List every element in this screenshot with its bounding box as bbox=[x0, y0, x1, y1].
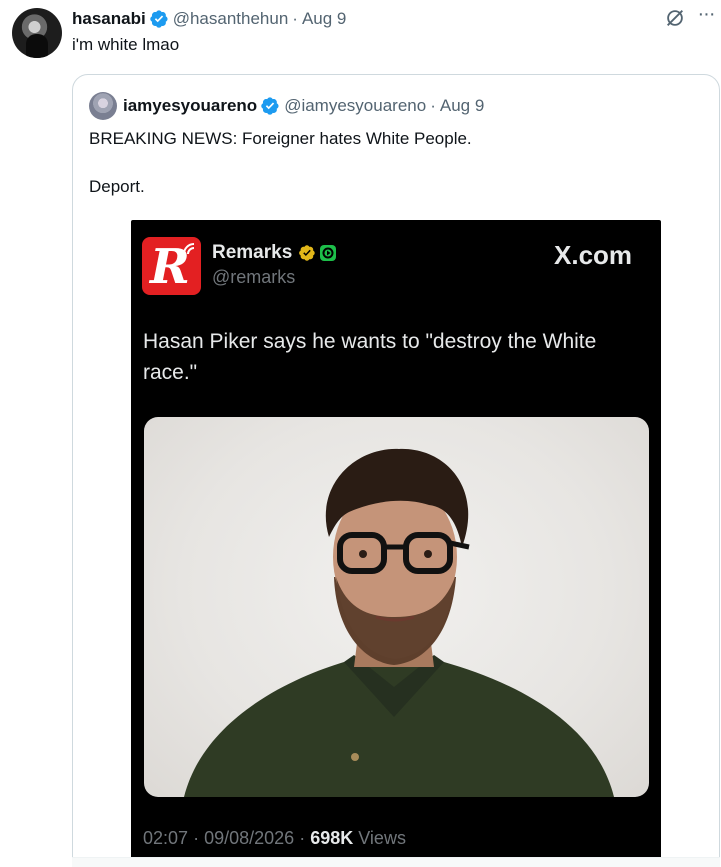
embed-footer-time: 02:07 bbox=[143, 828, 189, 848]
quote-date[interactable]: Aug 9 bbox=[440, 96, 484, 116]
embed-views-count: 698K bbox=[310, 828, 354, 848]
quote-author-name[interactable]: iamyesyouareno bbox=[123, 96, 257, 116]
quoted-tweet[interactable]: iamyesyouareno @iamyesyouareno · Aug 9 B… bbox=[72, 74, 720, 867]
portrait-illustration bbox=[184, 448, 614, 797]
tweet-date[interactable]: Aug 9 bbox=[302, 9, 346, 29]
header-separator: · bbox=[292, 9, 298, 28]
embed-views-label: Views bbox=[358, 828, 406, 848]
quote-text-line1: BREAKING NEWS: Foreigner hates White Peo… bbox=[89, 129, 472, 148]
quote-author-avatar[interactable] bbox=[89, 92, 117, 120]
author-handle[interactable]: @hasanthehun bbox=[173, 9, 289, 29]
tweet-text: i'm white lmao bbox=[72, 35, 180, 54]
embed-footer: 02:07 · 09/08/2026 · 698K Views bbox=[143, 828, 406, 849]
affiliate-badge-icon bbox=[320, 245, 337, 261]
embed-post-text: Hasan Piker says he wants to "destroy th… bbox=[143, 330, 597, 384]
embed-account-name: Remarks bbox=[212, 242, 293, 263]
grok-icon[interactable] bbox=[664, 7, 686, 29]
verified-badge-icon bbox=[149, 10, 168, 28]
remarks-logo: R bbox=[142, 237, 201, 295]
embed-account-handle: @remarks bbox=[212, 267, 296, 287]
quote-header: iamyesyouareno @iamyesyouareno · Aug 9 bbox=[89, 91, 484, 121]
more-icon[interactable]: ··· bbox=[694, 4, 718, 28]
broadcast-waves-icon bbox=[183, 243, 195, 255]
embed-footer-date: 09/08/2026 bbox=[204, 828, 295, 848]
tweet-header: hasanabi @hasanthehun · Aug 9 bbox=[72, 8, 346, 30]
embed-account-name-row: Remarks bbox=[212, 242, 337, 264]
portrait-photo bbox=[144, 417, 649, 797]
gold-verified-badge-icon bbox=[299, 245, 315, 261]
quote-text-line2: Deport. bbox=[89, 177, 145, 196]
embed-footer-sep: · bbox=[193, 828, 200, 848]
quote-text: BREAKING NEWS: Foreigner hates White Peo… bbox=[89, 127, 699, 223]
quote-header-separator: · bbox=[430, 96, 436, 115]
author-avatar[interactable] bbox=[12, 8, 62, 58]
author-name[interactable]: hasanabi bbox=[72, 9, 146, 29]
quote-bottom-strip bbox=[72, 857, 720, 867]
embed-site-label: X.com bbox=[554, 240, 633, 270]
quote-author-handle[interactable]: @iamyesyouareno bbox=[284, 96, 426, 116]
quote-media-image[interactable]: R Remarks @remarks X.com Hasan Piker say… bbox=[131, 220, 661, 860]
verified-badge-icon bbox=[261, 97, 279, 115]
embed-footer-sep2: · bbox=[299, 828, 306, 848]
